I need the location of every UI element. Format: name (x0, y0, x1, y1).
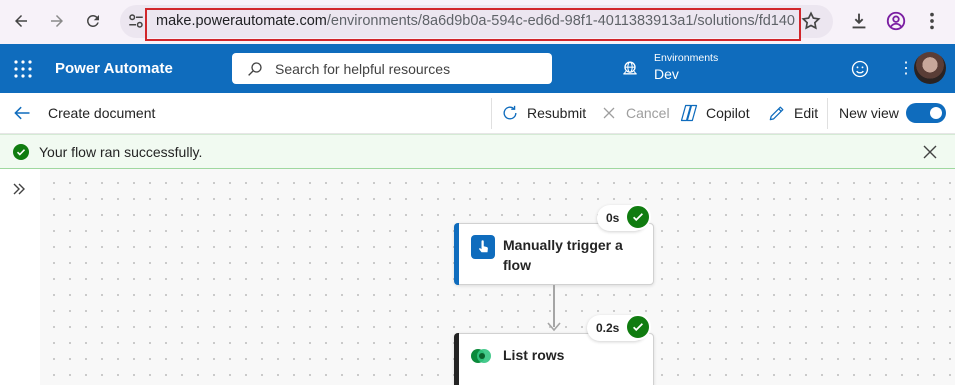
forward-button[interactable] (44, 8, 70, 34)
divider (827, 98, 828, 129)
environment-icon[interactable] (620, 58, 640, 78)
node-title-line2: flow (503, 257, 531, 273)
feedback-smile-icon[interactable] (850, 59, 870, 79)
divider (491, 98, 492, 129)
edit-button[interactable]: Edit (767, 101, 818, 125)
success-check-icon (625, 314, 651, 340)
bookmark-star-icon[interactable] (800, 10, 822, 32)
cancel-button[interactable]: Cancel (599, 101, 670, 125)
new-view-label: New view (839, 105, 899, 121)
app-launcher-icon[interactable] (14, 60, 32, 78)
node-accent (454, 223, 459, 285)
duration-text: 0.2s (596, 321, 620, 335)
back-arrow-icon[interactable] (12, 103, 32, 123)
reload-button[interactable] (80, 8, 106, 34)
reload-icon (86, 14, 99, 27)
more-options-icon[interactable]: ⋮ (898, 59, 914, 79)
download-icon[interactable] (848, 10, 870, 32)
app-title[interactable]: Power Automate (55, 60, 173, 77)
success-check-icon (625, 204, 651, 230)
pencil-icon (769, 106, 784, 121)
duration-badge: 0.2s (587, 314, 651, 341)
copilot-icon (680, 104, 698, 122)
resubmit-button[interactable]: Resubmit (500, 101, 586, 125)
manual-trigger-icon (471, 235, 495, 259)
resubmit-label: Resubmit (527, 105, 587, 121)
copilot-label: Copilot (706, 105, 750, 121)
dataverse-icon (469, 344, 493, 368)
environment-value[interactable]: Dev (654, 66, 679, 82)
command-bar: Create document Resubmit Cancel Copilot … (0, 93, 955, 134)
resubmit-icon (503, 105, 517, 120)
arrow-left-icon (15, 15, 27, 27)
connector-arrow-icon (547, 322, 561, 332)
close-icon[interactable] (922, 144, 938, 160)
connector-line (553, 285, 555, 327)
left-rail (0, 169, 40, 385)
arrow-right-icon (51, 15, 63, 27)
status-banner: Your flow ran successfully. (0, 134, 955, 169)
edit-label: Edit (794, 105, 819, 121)
expand-panel-icon[interactable] (11, 181, 27, 197)
search-input[interactable] (275, 53, 535, 84)
toggle-knob (930, 107, 942, 119)
dismiss-icon (603, 107, 615, 119)
flow-node-trigger[interactable]: Manually trigger a flow (454, 223, 654, 285)
environment-label[interactable]: Environments (654, 52, 718, 64)
node-title: List rows (503, 347, 565, 363)
duration-text: 0s (606, 211, 620, 225)
profile-icon[interactable] (885, 10, 907, 32)
node-accent (454, 333, 459, 385)
url-highlight-box (145, 8, 801, 41)
success-check-icon (13, 144, 29, 160)
back-button[interactable] (8, 8, 34, 34)
duration-badge: 0s (597, 204, 651, 231)
site-settings-icon[interactable] (127, 12, 145, 30)
screen: make.powerautomate.com/environments/8a6d… (0, 0, 955, 385)
search-box[interactable] (232, 53, 552, 84)
browser-menu-icon[interactable] (921, 10, 943, 32)
flow-name: Create document (48, 105, 156, 121)
copilot-button[interactable]: Copilot (679, 101, 750, 125)
browser-toolbar: make.powerautomate.com/environments/8a6d… (0, 0, 955, 44)
banner-message: Your flow ran successfully. (39, 144, 203, 160)
avatar[interactable] (914, 52, 946, 84)
new-view-toggle[interactable] (906, 103, 946, 123)
node-title-line1: Manually trigger a (503, 237, 623, 253)
app-header: Power Automate Environments Dev ⋮ (0, 44, 955, 93)
search-icon (248, 62, 262, 76)
cancel-label: Cancel (626, 105, 670, 121)
